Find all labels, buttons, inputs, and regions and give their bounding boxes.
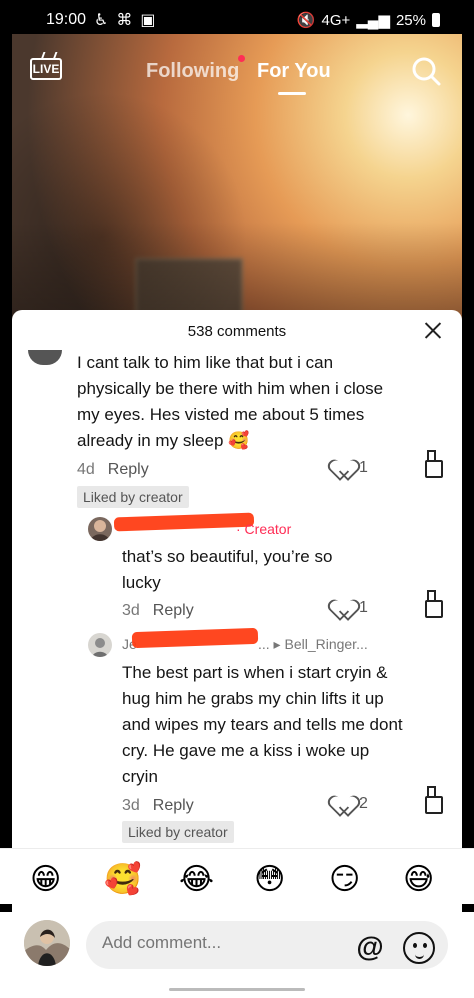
- like-button[interactable]: 2: [335, 795, 368, 813]
- sweat-smile-emoji-button[interactable]: 😅: [403, 865, 434, 895]
- status-time: 19:00: [46, 11, 87, 28]
- like-button[interactable]: 1: [335, 599, 368, 617]
- status-left: 19:00 ♿ ⌘ ▣: [46, 10, 156, 30]
- signal-icon: ▂▄▆: [356, 12, 390, 29]
- reply-avatar-image: [88, 633, 112, 657]
- grinning-emoji-button[interactable]: 😁: [30, 865, 61, 895]
- laughing-emoji-button[interactable]: 😂: [179, 865, 214, 895]
- top-navigation: LIVE Following For You: [0, 48, 474, 108]
- status-right: 🔇 4G+ ▂▄▆ 25%: [297, 11, 440, 29]
- tab-for-you[interactable]: For You: [257, 60, 331, 83]
- smirk-emoji-button[interactable]: 😏: [329, 865, 360, 895]
- notification-box-icon: ▣: [140, 12, 156, 29]
- reply-button[interactable]: Reply: [108, 461, 149, 479]
- reply-button[interactable]: Reply: [153, 602, 194, 620]
- heart-icon: [335, 599, 355, 617]
- battery-percent: 25%: [395, 11, 426, 29]
- redacted-author-name: [113, 512, 255, 532]
- like-count: 1: [359, 599, 368, 616]
- dislike-icon[interactable]: [425, 600, 443, 618]
- comment-text: that’s so beautiful, you’re so lucky: [122, 547, 333, 592]
- heart-icon: [335, 795, 355, 813]
- network-type: 4G+: [321, 11, 351, 29]
- avatar[interactable]: [24, 920, 70, 966]
- avatar[interactable]: [88, 633, 112, 657]
- creator-badge-text: · Creator: [236, 521, 292, 537]
- liked-by-creator-badge: Liked by creator: [77, 486, 189, 508]
- heart-face-emoji-button[interactable]: 🥰: [104, 865, 141, 895]
- comment-time: 3d: [122, 797, 140, 814]
- tab-following[interactable]: Following: [146, 60, 239, 83]
- following-notification-dot: [238, 55, 245, 62]
- comment-count: 538 comments: [187, 323, 287, 340]
- heart-icon: [335, 459, 355, 477]
- link-icon: ⌘: [116, 12, 133, 29]
- avatar[interactable]: [28, 350, 62, 365]
- comment-meta: 3d Reply: [122, 797, 194, 815]
- redacted-author-name: [131, 627, 259, 649]
- creator-author-label: · Creator: [236, 521, 291, 537]
- comment-composer: @: [0, 912, 474, 998]
- close-icon[interactable]: [422, 319, 444, 341]
- comment-input[interactable]: [102, 933, 302, 953]
- active-tab-indicator: [278, 92, 306, 95]
- search-icon[interactable]: [411, 56, 441, 86]
- user-avatar-image: [24, 920, 70, 966]
- creator-avatar-image: [88, 517, 112, 541]
- liked-by-creator-badge: Liked by creator: [122, 821, 234, 843]
- emoji-face-icon[interactable]: [403, 932, 435, 964]
- live-label: LIVE: [32, 62, 60, 76]
- reply-author-suffix: ... ▸ Bell_Ringer...: [258, 636, 368, 652]
- battery-icon: [432, 13, 440, 27]
- like-count: 2: [359, 795, 368, 812]
- like-button[interactable]: 1: [335, 459, 368, 477]
- emoji-quick-reactions: 😁 🥰 😂 😳 😏 😅: [0, 848, 474, 904]
- comment-meta: 4d Reply: [77, 461, 149, 479]
- avatar[interactable]: [88, 517, 112, 541]
- comment-text: The best part is when i start cryin & hu…: [122, 663, 403, 786]
- live-icon[interactable]: LIVE: [30, 58, 62, 80]
- mute-icon: 🔇: [296, 12, 316, 29]
- dislike-icon[interactable]: [425, 796, 443, 814]
- flushed-emoji-button[interactable]: 😳: [254, 865, 285, 895]
- home-indicator: [169, 988, 305, 991]
- comment-meta: 3d Reply: [122, 602, 194, 620]
- comment-text: I cant talk to him like that but i can p…: [77, 353, 384, 450]
- like-count: 1: [359, 459, 368, 476]
- dislike-icon[interactable]: [425, 460, 443, 478]
- reply-button[interactable]: Reply: [153, 797, 194, 815]
- mention-at-icon[interactable]: @: [354, 932, 386, 964]
- accessibility-icon: ♿: [94, 12, 109, 29]
- comment-time: 3d: [122, 602, 140, 619]
- comment-time: 4d: [77, 461, 95, 478]
